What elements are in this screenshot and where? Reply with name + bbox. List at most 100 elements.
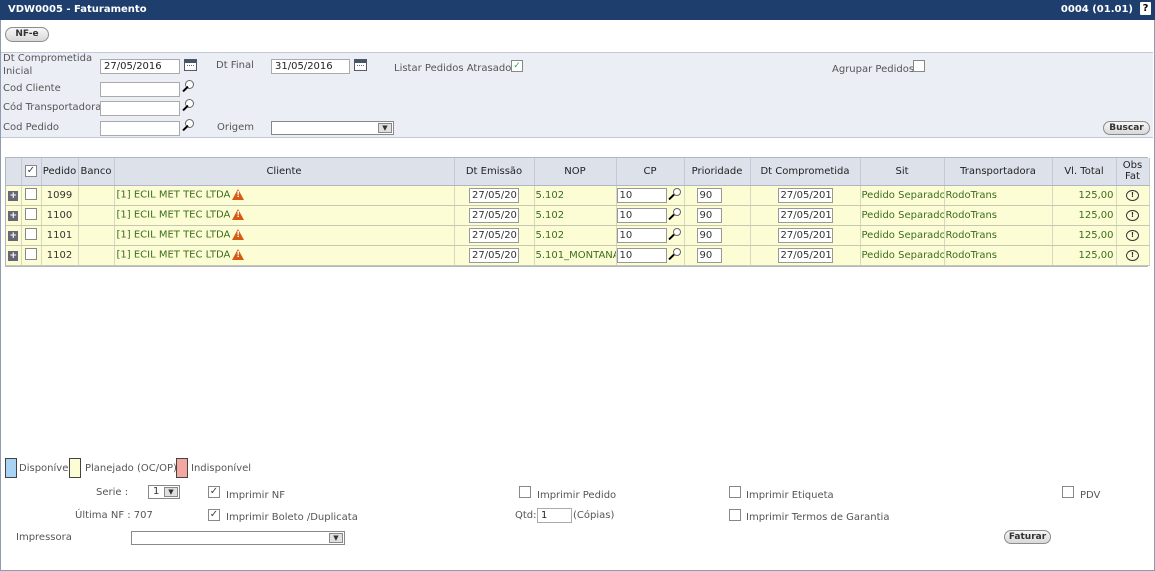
- cod-cliente-input[interactable]: [100, 82, 180, 97]
- row-select-checkbox[interactable]: [25, 207, 37, 220]
- col-nop[interactable]: NOP: [534, 158, 617, 186]
- cell-nop: 5.102: [534, 185, 617, 206]
- listar-atrasados-checkbox[interactable]: ✓: [511, 60, 523, 72]
- dt-emissao-input[interactable]: 27/05/201: [469, 207, 519, 223]
- qtd-input[interactable]: 1: [537, 508, 572, 523]
- imprimir-nf-checkbox[interactable]: ✓: [208, 486, 220, 498]
- cell-vl-total: 125,00: [1052, 205, 1117, 226]
- col-pedido[interactable]: Pedido: [41, 158, 79, 186]
- expand-plus-icon[interactable]: +: [8, 230, 19, 241]
- select-all-column-header: ✓: [21, 158, 42, 186]
- dt-emissao-input[interactable]: 27/05/201: [469, 187, 519, 203]
- table-row[interactable]: +1101 [1] ECIL MET TEC LTDA 27/05/201 5.102…: [6, 225, 1150, 246]
- observation-bubble-icon[interactable]: !: [1126, 230, 1139, 241]
- title-bar: VDW0005 - Faturamento 0004 (01.01) ?: [0, 0, 1155, 20]
- col-vl-total[interactable]: Vl. Total: [1052, 158, 1117, 186]
- dt-final-input[interactable]: 31/05/2016: [271, 59, 350, 74]
- lookup-lens-icon[interactable]: [181, 99, 195, 113]
- cell-cp: 10: [616, 185, 685, 206]
- dt-emissao-input[interactable]: 27/05/201: [469, 227, 519, 243]
- calendar-icon[interactable]: [184, 59, 197, 71]
- row-select-checkbox[interactable]: [25, 247, 37, 260]
- serie-label: Serie :: [96, 487, 129, 498]
- col-banco[interactable]: Banco: [78, 158, 115, 186]
- dt-emissao-input[interactable]: 27/05/201: [469, 247, 519, 263]
- prioridade-input[interactable]: 90: [696, 247, 722, 263]
- pdv-label: PDV: [1080, 490, 1101, 501]
- dt-comprometida-input[interactable]: 27/05/2016: [777, 187, 833, 203]
- prioridade-input[interactable]: 90: [696, 187, 722, 203]
- imprimir-termos-checkbox[interactable]: [729, 509, 741, 521]
- prioridade-input[interactable]: 90: [696, 207, 722, 223]
- cp-input[interactable]: 10: [616, 247, 667, 263]
- cell-dt-emissao: 27/05/201: [454, 205, 535, 226]
- table-row[interactable]: +1102 [1] ECIL MET TEC LTDA 27/05/201 5.101…: [6, 245, 1150, 266]
- cod-transportadora-input[interactable]: [100, 101, 180, 116]
- imprimir-pedido-checkbox[interactable]: [519, 486, 531, 498]
- col-cp[interactable]: CP: [616, 158, 685, 186]
- col-obs-fat[interactable]: Obs Fat: [1116, 158, 1150, 186]
- pdv-checkbox[interactable]: [1062, 486, 1074, 498]
- row-select-checkbox[interactable]: [25, 227, 37, 240]
- faturar-button[interactable]: Faturar: [1004, 530, 1051, 544]
- impressora-label: Impressora: [16, 532, 72, 543]
- col-dt-emissao[interactable]: Dt Emissão: [454, 158, 535, 186]
- cell-sit: Pedido Separado: [860, 225, 945, 246]
- col-dt-comprometida[interactable]: Dt Comprometida: [750, 158, 861, 186]
- col-sit[interactable]: Sit: [860, 158, 945, 186]
- cell-obs-fat: !: [1116, 185, 1150, 206]
- cell-cp: 10: [616, 205, 685, 226]
- expand-plus-icon[interactable]: +: [8, 190, 19, 201]
- col-cliente[interactable]: Cliente: [114, 158, 455, 186]
- lookup-lens-icon[interactable]: [667, 228, 681, 242]
- nfe-button[interactable]: NF-e: [5, 27, 49, 42]
- dt-comprometida-inicial-input[interactable]: 27/05/2016: [100, 59, 180, 74]
- cp-input[interactable]: 10: [616, 207, 667, 223]
- row-select-checkbox[interactable]: [25, 187, 37, 200]
- dt-comprometida-input[interactable]: 27/05/2016: [777, 207, 833, 223]
- table-row[interactable]: +1100 [1] ECIL MET TEC LTDA 27/05/201 5.102…: [6, 205, 1150, 226]
- dt-comprometida-input[interactable]: 27/05/2016: [777, 247, 833, 263]
- cell-cliente: [1] ECIL MET TEC LTDA: [114, 245, 455, 266]
- lookup-lens-icon[interactable]: [667, 188, 681, 202]
- cell-obs-fat: !: [1116, 245, 1150, 266]
- lookup-lens-icon[interactable]: [181, 80, 195, 94]
- help-icon[interactable]: ?: [1140, 2, 1151, 15]
- observation-bubble-icon[interactable]: !: [1126, 210, 1139, 221]
- select-all-checkbox[interactable]: ✓: [25, 165, 37, 178]
- imprimir-boleto-checkbox[interactable]: ✓: [208, 509, 220, 521]
- cp-input[interactable]: 10: [616, 187, 667, 203]
- select-cell: [21, 225, 42, 246]
- serie-select[interactable]: 1 ▼: [148, 485, 180, 499]
- cp-input[interactable]: 10: [616, 227, 667, 243]
- lookup-lens-icon[interactable]: [181, 119, 195, 133]
- impressora-select[interactable]: ▼: [131, 531, 345, 545]
- cell-pedido: 1102: [41, 245, 79, 266]
- legend-planejado-swatch: [69, 458, 81, 478]
- cell-sit: Pedido Separado: [860, 205, 945, 226]
- chevron-down-icon: ▼: [329, 533, 343, 543]
- dt-comprometida-input[interactable]: 27/05/2016: [777, 227, 833, 243]
- col-prioridade[interactable]: Prioridade: [684, 158, 751, 186]
- expand-plus-icon[interactable]: +: [8, 210, 19, 221]
- lookup-lens-icon[interactable]: [667, 248, 681, 262]
- cod-pedido-label: Cod Pedido: [3, 122, 60, 133]
- observation-bubble-icon[interactable]: !: [1126, 190, 1139, 201]
- cell-pedido: 1100: [41, 205, 79, 226]
- calendar-icon[interactable]: [354, 59, 367, 71]
- buscar-button[interactable]: Buscar: [1103, 121, 1150, 135]
- observation-bubble-icon[interactable]: !: [1126, 250, 1139, 261]
- lookup-lens-icon[interactable]: [667, 208, 681, 222]
- origem-select[interactable]: ▼: [271, 121, 394, 135]
- table-row[interactable]: +1099 [1] ECIL MET TEC LTDA 27/05/201 5.102…: [6, 185, 1150, 206]
- agrupar-pedidos-checkbox[interactable]: [913, 60, 925, 72]
- imprimir-etiqueta-checkbox[interactable]: [729, 486, 741, 498]
- cell-vl-total: 125,00: [1052, 225, 1117, 246]
- cod-pedido-input[interactable]: [100, 121, 180, 136]
- cell-dt-emissao: 27/05/201: [454, 245, 535, 266]
- prioridade-input[interactable]: 90: [696, 227, 722, 243]
- cell-dt-emissao: 27/05/201: [454, 225, 535, 246]
- cell-banco: [78, 225, 115, 246]
- expand-plus-icon[interactable]: +: [8, 250, 19, 261]
- col-transportadora[interactable]: Transportadora: [944, 158, 1053, 186]
